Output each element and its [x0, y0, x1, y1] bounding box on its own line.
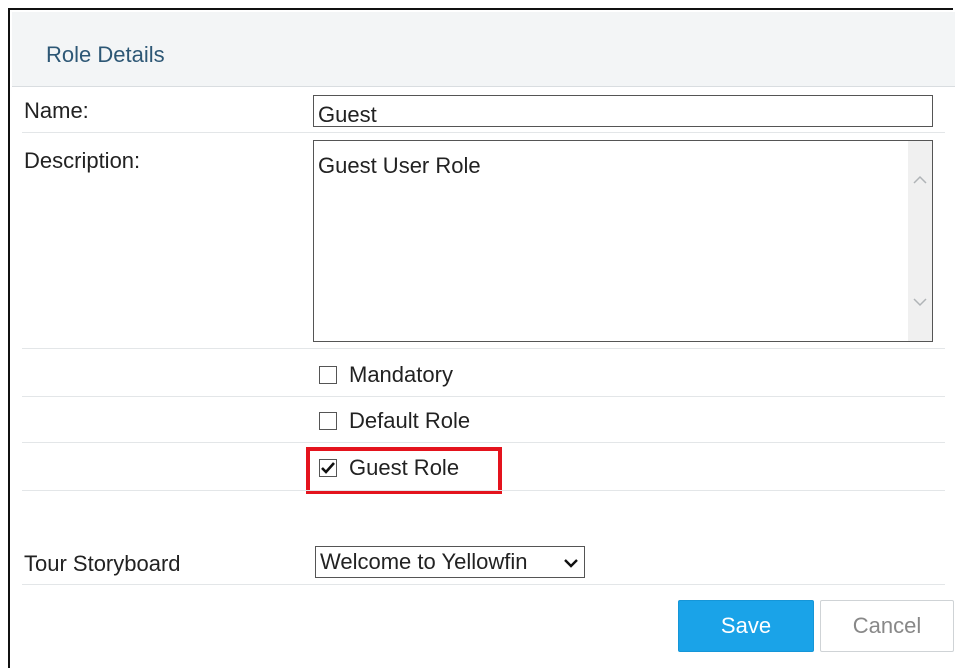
- tour-storyboard-label: Tour Storyboard: [24, 551, 181, 576]
- row-divider: [22, 396, 945, 397]
- default-role-label: Default Role: [349, 408, 471, 433]
- row-divider: [22, 584, 945, 585]
- row-divider: [22, 348, 945, 349]
- panel-header: Role Details: [12, 12, 955, 87]
- row-divider: [22, 490, 945, 491]
- mandatory-checkbox[interactable]: [319, 366, 337, 384]
- mandatory-option[interactable]: Mandatory: [319, 362, 453, 388]
- description-text: Guest User Role: [318, 153, 481, 178]
- chevron-up-icon[interactable]: [911, 171, 929, 189]
- default-role-checkbox[interactable]: [319, 412, 337, 430]
- tour-storyboard-select[interactable]: Welcome to Yellowfin: [315, 546, 585, 578]
- mandatory-label: Mandatory: [349, 362, 453, 387]
- save-button[interactable]: Save: [678, 600, 814, 652]
- default-role-option[interactable]: Default Role: [319, 408, 470, 434]
- row-divider: [22, 132, 945, 133]
- cancel-button[interactable]: Cancel: [820, 600, 954, 652]
- chevron-down-icon: [564, 559, 578, 568]
- panel-title: Role Details: [46, 42, 165, 67]
- tour-storyboard-value: Welcome to Yellowfin: [320, 549, 528, 574]
- guest-role-highlight: [306, 447, 502, 494]
- description-label: Description:: [24, 148, 141, 173]
- name-input[interactable]: Guest: [313, 95, 933, 127]
- description-textarea[interactable]: Guest User Role: [313, 140, 933, 342]
- name-label: Name:: [24, 98, 89, 123]
- description-scrollbar[interactable]: [908, 141, 932, 341]
- chevron-down-icon[interactable]: [911, 293, 929, 311]
- row-divider: [22, 442, 945, 443]
- role-details-panel: Role Details Name: Guest Description: Gu…: [8, 8, 955, 668]
